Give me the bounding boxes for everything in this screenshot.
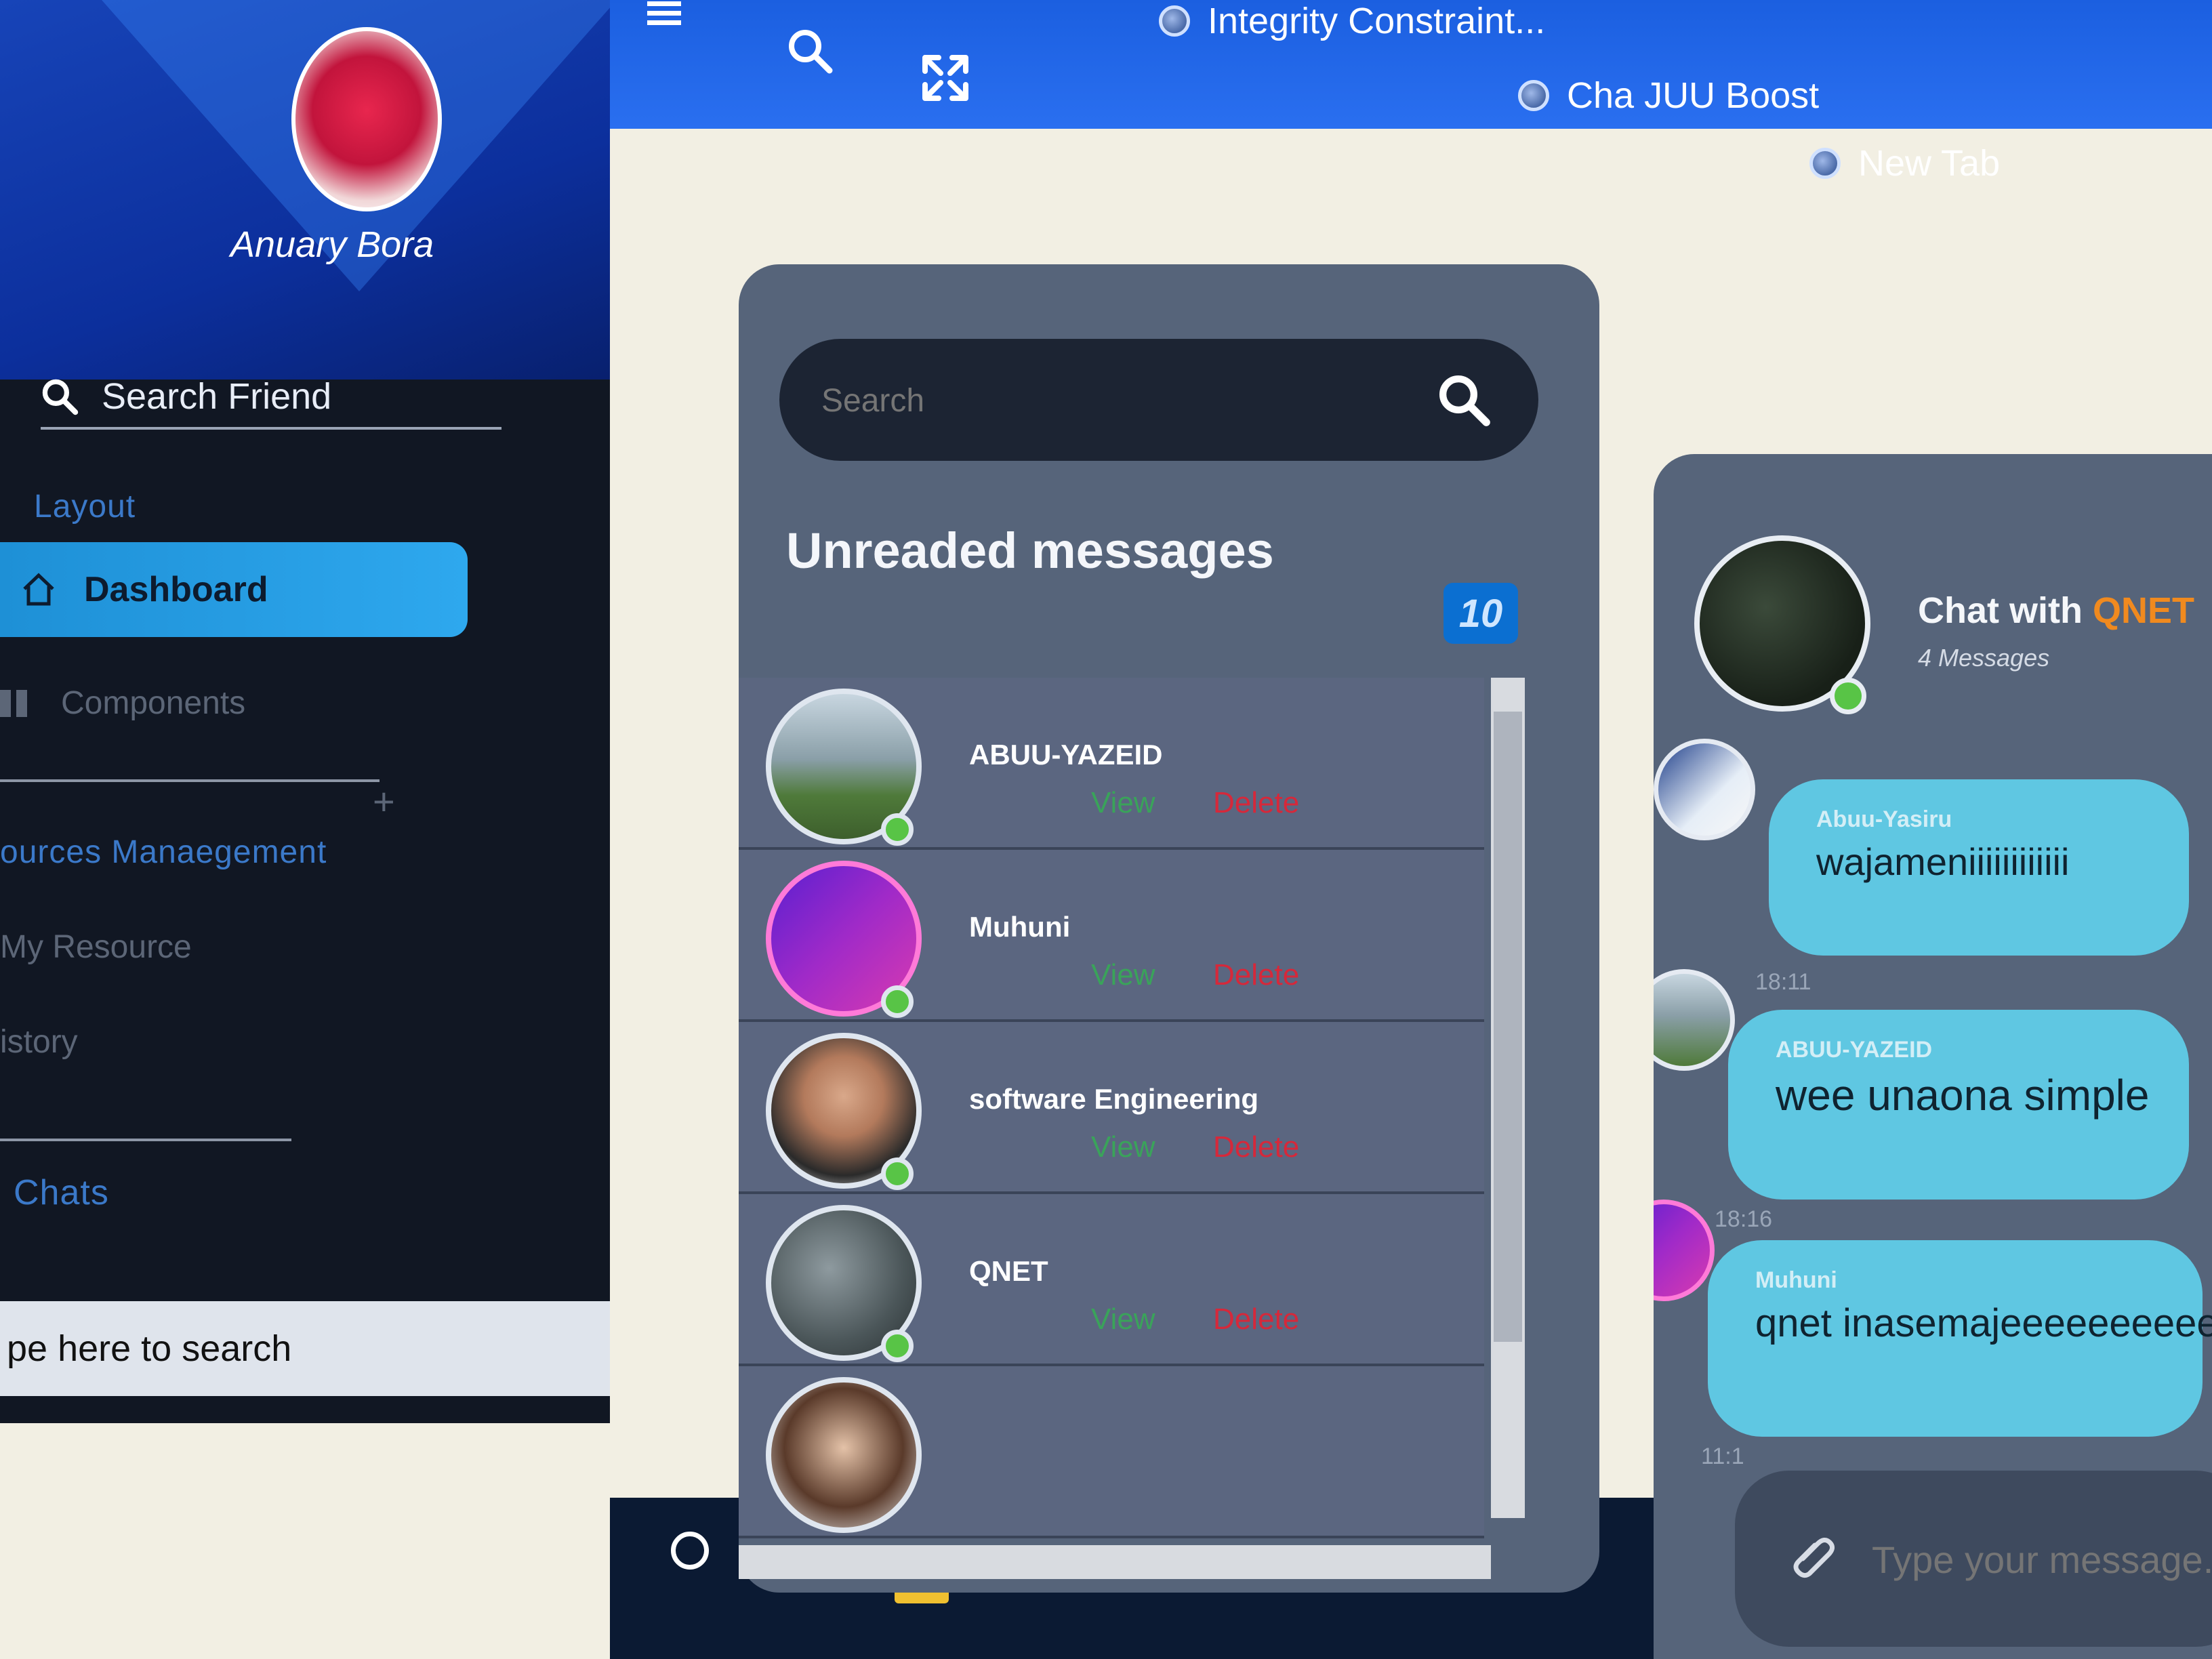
- sidebar-item-my-resource[interactable]: My Resource: [0, 928, 192, 966]
- message-composer: [1735, 1471, 2212, 1647]
- message-sender: ABUU-YAZEID: [1776, 1037, 1933, 1063]
- message-count: 4 Messages: [1918, 644, 2050, 672]
- tab-cha-juu-boost[interactable]: Cha JUU Boost: [1518, 75, 1819, 117]
- delete-link[interactable]: Delete: [1213, 1130, 1299, 1164]
- message-search: [779, 339, 1538, 461]
- online-status-icon: [881, 1330, 914, 1362]
- message-text: wajameniiiiiiiiiiii: [1816, 840, 2070, 883]
- list-item[interactable]: ABUU-YAZEID View Delete: [739, 678, 1484, 850]
- list-item[interactable]: QNET View Delete: [739, 1194, 1484, 1366]
- list-item[interactable]: [739, 1366, 1484, 1538]
- username: Anuary Bora: [230, 224, 434, 265]
- tab-integrity[interactable]: Integrity Constraint...: [1159, 0, 1545, 42]
- message-time: 18:16: [1715, 1206, 1773, 1232]
- message-bubble: ABUU-YAZEID wee unaona simple: [1728, 1010, 2189, 1200]
- chat-title: Chat with QNET: [1918, 590, 2194, 632]
- online-status-icon: [881, 813, 914, 846]
- section-resources: ources Manaegement: [0, 834, 327, 870]
- online-status-icon: [1830, 678, 1866, 714]
- message-search-input[interactable]: [820, 373, 1433, 428]
- view-link[interactable]: View: [1091, 1130, 1155, 1164]
- sidebar-header: Anuary Bora: [0, 0, 610, 380]
- delete-link[interactable]: Delete: [1213, 958, 1299, 992]
- chat-panel: Chat with QNET 4 Messages Abuu-Yasiru wa…: [1654, 454, 2212, 1659]
- chat-title-name: QNET: [2093, 590, 2195, 631]
- section-chats[interactable]: Chats: [14, 1172, 109, 1213]
- search-friend-label: Search Friend: [102, 376, 332, 417]
- sidebar-item-components[interactable]: Components: [0, 684, 245, 722]
- message-bubble: Muhuni qnet inasemajeeeeeeeeee: [1708, 1240, 2212, 1437]
- fullscreen-icon[interactable]: [922, 54, 969, 102]
- windows-search-input[interactable]: pe here to search: [0, 1301, 610, 1396]
- contact-name: Muhuni: [969, 911, 1071, 943]
- search-icon[interactable]: [1437, 373, 1491, 427]
- view-link[interactable]: View: [1091, 1303, 1155, 1336]
- tab-label: Cha JUU Boost: [1567, 75, 1820, 116]
- view-link[interactable]: View: [1091, 786, 1155, 820]
- scrollbar-thumb[interactable]: [1494, 712, 1522, 1342]
- windows-search-placeholder: pe here to search: [7, 1328, 292, 1369]
- unread-list: ABUU-YAZEID View Delete Muhuni View Dele…: [739, 678, 1545, 1545]
- online-status-icon: [881, 1158, 914, 1190]
- list-item[interactable]: software Engineering View Delete: [739, 1022, 1484, 1194]
- plus-icon[interactable]: +: [373, 779, 395, 823]
- avatar[interactable]: [291, 27, 442, 211]
- tab-label: New Tab: [1858, 143, 2001, 184]
- unread-messages-panel: Unreaded messages 10 ABUU-YAZEID View De…: [739, 264, 1599, 1593]
- delete-link[interactable]: Delete: [1213, 1303, 1299, 1336]
- tab-label: Integrity Constraint...: [1208, 1, 1546, 41]
- globe-icon: [1159, 5, 1190, 37]
- message-sender: Abuu-Yasiru: [1816, 806, 1952, 832]
- search-icon[interactable]: [786, 27, 834, 75]
- contact-name: ABUU-YAZEID: [969, 739, 1163, 771]
- horizontal-scrollbar[interactable]: [739, 1545, 1491, 1579]
- sender-avatar: [1654, 739, 1755, 840]
- grid-icon: [0, 689, 27, 717]
- view-link[interactable]: View: [1091, 958, 1155, 992]
- unread-title: Unreaded messages: [786, 523, 1274, 579]
- unread-count-badge: 10: [1443, 583, 1518, 644]
- home-icon: [23, 573, 54, 606]
- tab-new-tab[interactable]: New Tab: [1809, 142, 2000, 184]
- list-item[interactable]: Muhuni View Delete: [739, 850, 1484, 1022]
- contact-name: QNET: [969, 1255, 1048, 1287]
- sidebar-item-history[interactable]: istory: [0, 1023, 78, 1061]
- cortana-icon[interactable]: [671, 1532, 709, 1570]
- sidebar-item-label: Components: [61, 685, 246, 721]
- message-time: 18:11: [1755, 969, 1811, 995]
- message-text: wee unaona simple: [1776, 1071, 2150, 1120]
- online-status-icon: [881, 985, 914, 1018]
- globe-icon: [1518, 80, 1549, 111]
- menu-icon[interactable]: [647, 0, 681, 27]
- sender-avatar: [1654, 969, 1735, 1071]
- globe-icon: [1809, 148, 1841, 179]
- message-input[interactable]: [1870, 1532, 2212, 1587]
- sender-avatar: [1654, 1200, 1715, 1301]
- delete-link[interactable]: Delete: [1213, 786, 1299, 820]
- message-time: 11:1: [1701, 1443, 1744, 1469]
- avatar: [766, 1377, 922, 1533]
- divider: [0, 779, 380, 782]
- search-icon: [42, 379, 79, 415]
- chat-title-prefix: Chat with: [1918, 590, 2083, 631]
- sidebar: Anuary Bora Search Friend Layout Dashboa…: [0, 0, 610, 1423]
- message-text: qnet inasemajeeeeeeeeee: [1755, 1301, 2212, 1345]
- attachment-icon[interactable]: [1789, 1532, 1837, 1579]
- message-sender: Muhuni: [1755, 1267, 1837, 1293]
- message-bubble: Abuu-Yasiru wajameniiiiiiiiiiii: [1769, 779, 2189, 956]
- sidebar-item-label: Dashboard: [84, 570, 268, 609]
- screen: Integrity Constraint... Cha JUU Boost Ne…: [0, 0, 2212, 1659]
- contact-name: software Engineering: [969, 1083, 1259, 1115]
- divider: [0, 1139, 291, 1141]
- search-friend[interactable]: Search Friend: [41, 366, 501, 430]
- sidebar-item-dashboard[interactable]: Dashboard: [0, 542, 468, 637]
- section-layout: Layout: [34, 489, 136, 525]
